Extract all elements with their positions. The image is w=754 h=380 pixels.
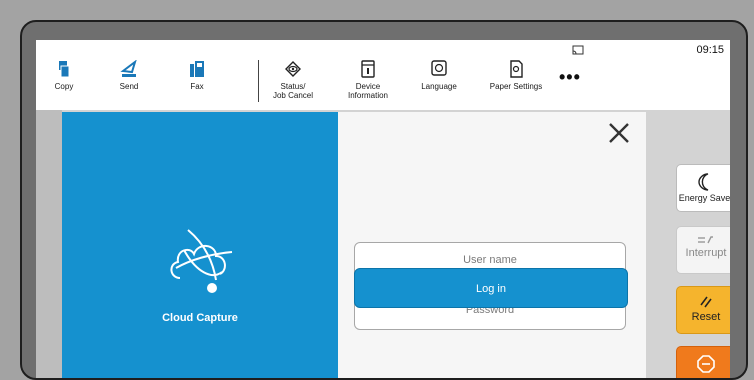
status-job-cancel-button[interactable]: Status/ Job Cancel [268, 60, 318, 100]
energy-saver-label: Energy Saver [678, 193, 730, 203]
energy-saver-button[interactable]: Energy Saver [676, 164, 730, 212]
brand-panel: Cloud Capture [62, 112, 338, 378]
send-label: Send [119, 82, 139, 91]
device-information-button[interactable]: Device Information [340, 60, 396, 100]
login-button[interactable]: Log in [354, 268, 628, 308]
top-toolbar: 09:15 Copy Send Fax Status/ Job Cancel D… [36, 40, 730, 111]
device-info-label-line1: Device [355, 82, 381, 91]
send-button[interactable]: Send [104, 60, 154, 91]
touch-screen: 09:15 Copy Send Fax Status/ Job Cancel D… [36, 40, 730, 378]
reset-button[interactable]: Reset [676, 286, 730, 334]
stop-button[interactable] [676, 346, 730, 378]
stop-icon [697, 355, 715, 373]
fax-label: Fax [190, 82, 204, 91]
login-dialog: Cloud Capture User name Password [62, 112, 646, 378]
send-icon [120, 60, 137, 77]
copy-button[interactable]: Copy [44, 60, 84, 91]
paper-settings-label: Paper Settings [489, 82, 543, 91]
left-strip [36, 110, 62, 378]
paper-settings-button[interactable]: Paper Settings [480, 60, 552, 91]
device-bezel: 09:15 Copy Send Fax Status/ Job Cancel D… [20, 20, 748, 380]
more-button[interactable]: ••• [559, 67, 581, 88]
eye-icon [285, 61, 301, 77]
login-form: User name Password [338, 112, 646, 378]
status-label-line2: Job Cancel [272, 91, 314, 100]
copy-icon [59, 61, 70, 78]
device-info-label-line2: Information [347, 91, 389, 100]
language-icon [431, 60, 447, 76]
moon-icon [698, 173, 709, 191]
cloud-capture-logo-icon [170, 229, 233, 293]
fax-button[interactable]: Fax [170, 60, 224, 91]
brand-label: Cloud Capture [162, 312, 238, 324]
copy-label: Copy [54, 82, 74, 91]
fax-icon [190, 61, 204, 77]
language-label: Language [421, 82, 457, 91]
language-button[interactable]: Language [414, 60, 464, 91]
toolbar-divider [258, 60, 259, 102]
interrupt-icon [698, 236, 713, 244]
paper-icon [510, 60, 523, 78]
reset-icon [700, 296, 712, 308]
status-label-line1: Status/ [280, 82, 306, 91]
reset-label: Reset [691, 311, 721, 323]
clock: 09:15 [696, 44, 724, 56]
interrupt-label: Interrupt [685, 247, 727, 259]
interrupt-button[interactable]: Interrupt [676, 226, 730, 274]
cast-icon [572, 45, 584, 55]
info-icon [361, 60, 375, 78]
close-icon[interactable] [606, 120, 632, 146]
